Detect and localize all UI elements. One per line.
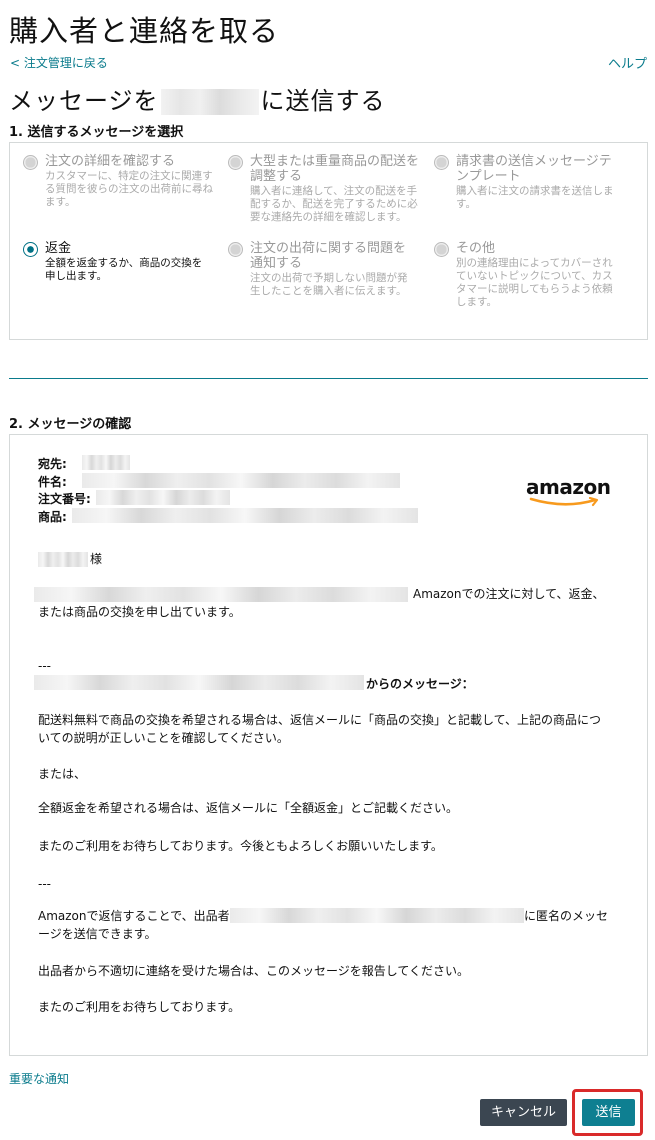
separator-1: --- xyxy=(38,659,51,673)
order-number-label: 注文番号: xyxy=(38,492,91,506)
help-link[interactable]: ヘルプ xyxy=(608,53,647,72)
option-arrange-large-delivery[interactable]: 大型または重量商品の配送を調整する 購入者に連絡して、注文の配送を手配するか、配… xyxy=(228,154,424,224)
radio-button[interactable] xyxy=(434,242,449,257)
option-shipping-issue[interactable]: 注文の出荷に関する問題を通知する 注文の出荷で予期しない問題が発生したことを購入… xyxy=(228,241,408,298)
send-button[interactable]: 送信 xyxy=(582,1099,635,1126)
para-full-refund: 全額返金を希望される場合は、返信メールに「全額返金」とご記載ください。 xyxy=(38,801,459,815)
amazon-logo-text: amazon xyxy=(526,475,611,499)
redacted-product xyxy=(72,508,418,523)
option-send-invoice[interactable]: 請求書の送信メッセージテンプレート 購入者に注文の請求書を送信します。 xyxy=(434,154,614,211)
radio-button[interactable] xyxy=(434,155,449,170)
amazon-logo: amazon xyxy=(526,475,611,507)
to-label: 宛先: xyxy=(38,457,67,471)
section2-title: 2. メッセージの確認 xyxy=(9,417,132,432)
redacted-order-number xyxy=(96,490,230,505)
send-heading-suffix: に送信する xyxy=(260,87,386,115)
section1-title: 1. 送信するメッセージを選択 xyxy=(9,125,184,140)
closing-text: またのご利用をお待ちしております。 xyxy=(38,1000,241,1014)
para-thanks: またのご利用をお待ちしております。今後ともよろしくお願いいたします。 xyxy=(38,839,443,853)
message-preview: 宛先: 件名: 注文番号: 商品: amazon 様 Amazonでの注文に対し… xyxy=(9,434,648,1056)
message-type-options: 注文の詳細を確認する カスタマーに、特定の注文に関連する質問を彼らの注文の出荷前… xyxy=(9,142,648,340)
salutation-suffix: 様 xyxy=(90,552,103,566)
send-heading: メッセージを に送信する xyxy=(9,81,386,116)
option-refund[interactable]: 返金 全額を返金するか、商品の交換を申し出ます。 xyxy=(23,241,209,283)
send-heading-prefix: メッセージを xyxy=(9,87,159,115)
product-label: 商品: xyxy=(38,510,67,524)
redacted-buyer-salutation xyxy=(38,552,88,567)
amazon-smile-icon xyxy=(529,497,599,507)
back-to-order-management-link[interactable]: < 注文管理に戻る xyxy=(10,54,108,71)
para-or: または、 xyxy=(38,767,87,781)
report-text: 出品者から不適切に連絡を受けた場合は、このメッセージを報告してください。 xyxy=(38,964,470,978)
redacted-buyer-name xyxy=(160,89,259,115)
para-exchange: 配送料無料で商品の交換を希望される場合は、返信メールに「商品の交換」と記載して、… xyxy=(38,713,602,745)
radio-button[interactable] xyxy=(23,155,38,170)
redacted-subject xyxy=(82,473,400,488)
anon-suffix: に匿名のメッセージを送信できます。 xyxy=(38,909,609,941)
redacted-seller-from xyxy=(34,675,364,690)
section-divider xyxy=(9,378,648,379)
subject-label: 件名: xyxy=(38,475,67,489)
redacted-recipient xyxy=(82,455,130,470)
important-notice-link[interactable]: 重要な通知 xyxy=(9,1070,69,1087)
separator-2: --- xyxy=(38,877,51,891)
radio-button-selected[interactable] xyxy=(23,242,38,257)
option-other[interactable]: その他 別の連絡理由によってカバーされていないトピックについて、カスタマーに説明… xyxy=(434,241,614,309)
radio-button[interactable] xyxy=(228,242,243,257)
from-suffix: からのメッセージ： xyxy=(366,677,474,691)
option-confirm-order-details[interactable]: 注文の詳細を確認する カスタマーに、特定の注文に関連する質問を彼らの注文の出荷前… xyxy=(23,154,213,209)
radio-button[interactable] xyxy=(228,155,243,170)
intro-text: Amazonでの注文に対して、返金、または商品の交換を申し出ています。 xyxy=(38,587,605,619)
page-title: 購入者と連絡を取る xyxy=(9,14,280,48)
cancel-button[interactable]: キャンセル xyxy=(480,1099,567,1126)
